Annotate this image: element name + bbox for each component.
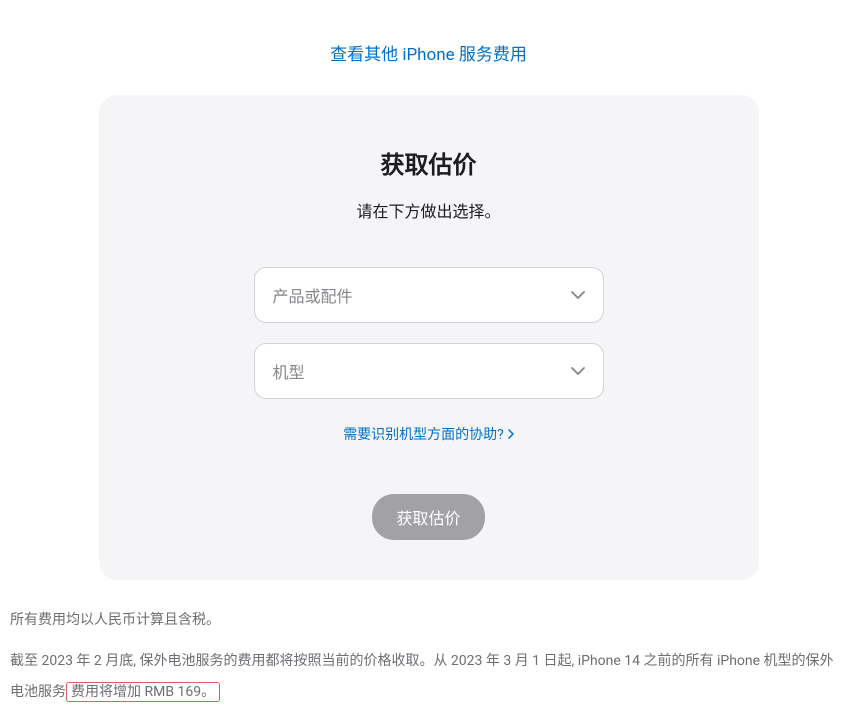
main-container: 查看其他 iPhone 服务费用 获取估价 请在下方做出选择。 产品或配件 机型… (0, 0, 857, 707)
footer-notes: 所有费用均以人民币计算且含税。 截至 2023 年 2 月底, 保外电池服务的费… (0, 605, 857, 707)
help-link-text: 需要识别机型方面的协助? (343, 424, 504, 444)
model-select-placeholder: 机型 (273, 359, 305, 383)
estimate-card: 获取估价 请在下方做出选择。 产品或配件 机型 需要识别机型方面的协助? (99, 95, 759, 580)
chevron-down-icon (571, 291, 585, 299)
card-subtitle: 请在下方做出选择。 (139, 198, 719, 222)
footer-highlight: 费用将增加 RMB 169。 (66, 682, 220, 702)
top-link-wrapper: 查看其他 iPhone 服务费用 (0, 0, 857, 95)
submit-wrapper: 获取估价 (139, 494, 719, 540)
product-select-placeholder: 产品或配件 (273, 283, 353, 307)
get-estimate-button[interactable]: 获取估价 (372, 494, 484, 540)
chevron-right-icon (508, 429, 514, 439)
model-select[interactable]: 机型 (254, 343, 604, 399)
model-select-wrapper: 机型 (254, 343, 604, 399)
card-title: 获取估价 (139, 145, 719, 180)
footer-line1: 所有费用均以人民币计算且含税。 (10, 605, 847, 636)
other-services-link[interactable]: 查看其他 iPhone 服务费用 (330, 45, 527, 65)
product-select-wrapper: 产品或配件 (254, 267, 604, 323)
chevron-down-icon (571, 367, 585, 375)
identify-model-help-link[interactable]: 需要识别机型方面的协助? (343, 424, 514, 444)
product-select[interactable]: 产品或配件 (254, 267, 604, 323)
footer-line2: 截至 2023 年 2 月底, 保外电池服务的费用都将按照当前的价格收取。从 2… (10, 646, 847, 707)
